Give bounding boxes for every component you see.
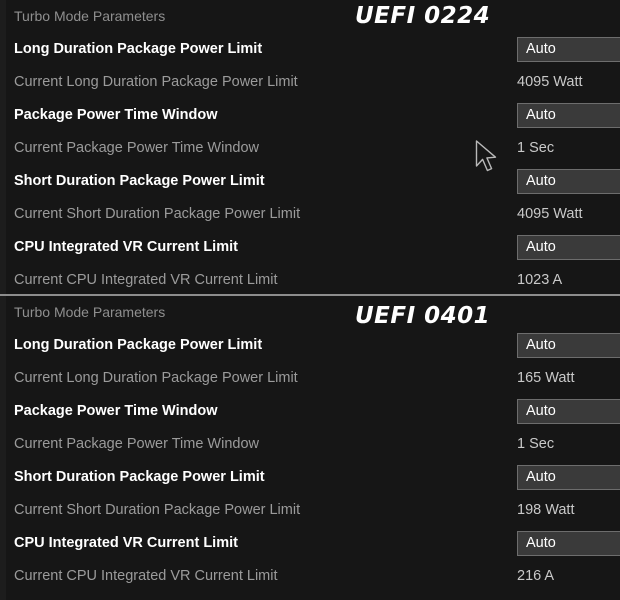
row-short-duration-package-power-limit[interactable]: Short Duration Package Power Limit Auto bbox=[0, 165, 620, 198]
bios-panel-uefi-0224: UEFI 0224 Turbo Mode Parameters Long Dur… bbox=[0, 0, 620, 294]
row-current-long-duration-package-power-limit: Current Long Duration Package Power Limi… bbox=[0, 66, 620, 99]
value-field-text: Auto bbox=[526, 535, 556, 551]
row-cpu-integrated-vr-current-limit[interactable]: CPU Integrated VR Current Limit Auto bbox=[0, 527, 620, 560]
setting-label: Package Power Time Window bbox=[14, 107, 218, 123]
readonly-label: Current CPU Integrated VR Current Limit bbox=[14, 272, 278, 288]
setting-label: Short Duration Package Power Limit bbox=[14, 469, 265, 485]
row-current-short-duration-package-power-limit: Current Short Duration Package Power Lim… bbox=[0, 198, 620, 231]
row-current-package-power-time-window: Current Package Power Time Window 1 Sec bbox=[0, 132, 620, 165]
readonly-label: Current Long Duration Package Power Limi… bbox=[14, 74, 298, 90]
setting-label: Package Power Time Window bbox=[14, 403, 218, 419]
row-current-cpu-integrated-vr-current-limit: Current CPU Integrated VR Current Limit … bbox=[0, 264, 620, 294]
readonly-value: 4095 Watt bbox=[517, 206, 583, 222]
value-field-text: Auto bbox=[526, 469, 556, 485]
row-current-cpu-integrated-vr-current-limit: Current CPU Integrated VR Current Limit … bbox=[0, 560, 620, 593]
row-long-duration-package-power-limit[interactable]: Long Duration Package Power Limit Auto bbox=[0, 33, 620, 66]
setting-label: CPU Integrated VR Current Limit bbox=[14, 239, 238, 255]
readonly-value: 1 Sec bbox=[517, 140, 555, 156]
setting-label: Long Duration Package Power Limit bbox=[14, 337, 263, 353]
section-header-row: Turbo Mode Parameters bbox=[0, 296, 620, 329]
value-field-text: Auto bbox=[526, 107, 556, 123]
readonly-value: 165 Watt bbox=[517, 370, 575, 386]
section-header-label: Turbo Mode Parameters bbox=[14, 304, 166, 320]
readonly-label: Current Short Duration Package Power Lim… bbox=[14, 502, 301, 518]
value-field-text: Auto bbox=[526, 173, 556, 189]
readonly-value: 1 Sec bbox=[517, 436, 555, 452]
row-current-short-duration-package-power-limit: Current Short Duration Package Power Lim… bbox=[0, 494, 620, 527]
readonly-label: Current Long Duration Package Power Limi… bbox=[14, 370, 298, 386]
readonly-label: Current Package Power Time Window bbox=[14, 436, 259, 452]
value-field-text: Auto bbox=[526, 337, 556, 353]
readonly-value: 4095 Watt bbox=[517, 74, 583, 90]
row-long-duration-package-power-limit[interactable]: Long Duration Package Power Limit Auto bbox=[0, 329, 620, 362]
readonly-label: Current CPU Integrated VR Current Limit bbox=[14, 568, 278, 584]
value-field-short-duration-package-power-limit[interactable]: Auto bbox=[517, 465, 620, 490]
readonly-label: Current Short Duration Package Power Lim… bbox=[14, 206, 301, 222]
row-short-duration-package-power-limit[interactable]: Short Duration Package Power Limit Auto bbox=[0, 461, 620, 494]
bios-comparison-screenshot: UEFI 0224 Turbo Mode Parameters Long Dur… bbox=[0, 0, 620, 600]
setting-label: CPU Integrated VR Current Limit bbox=[14, 535, 238, 551]
value-field-long-duration-package-power-limit[interactable]: Auto bbox=[517, 37, 620, 62]
value-field-long-duration-package-power-limit[interactable]: Auto bbox=[517, 333, 620, 358]
value-field-short-duration-package-power-limit[interactable]: Auto bbox=[517, 169, 620, 194]
row-current-long-duration-package-power-limit: Current Long Duration Package Power Limi… bbox=[0, 362, 620, 395]
row-cpu-integrated-vr-current-limit[interactable]: CPU Integrated VR Current Limit Auto bbox=[0, 231, 620, 264]
row-package-power-time-window[interactable]: Package Power Time Window Auto bbox=[0, 99, 620, 132]
section-header-row: Turbo Mode Parameters bbox=[0, 0, 620, 33]
bios-panel-uefi-0401: UEFI 0401 Turbo Mode Parameters Long Dur… bbox=[0, 296, 620, 600]
row-current-package-power-time-window: Current Package Power Time Window 1 Sec bbox=[0, 428, 620, 461]
readonly-value: 216 A bbox=[517, 568, 555, 584]
readonly-label: Current Package Power Time Window bbox=[14, 140, 259, 156]
setting-label: Short Duration Package Power Limit bbox=[14, 173, 265, 189]
value-field-text: Auto bbox=[526, 403, 556, 419]
value-field-text: Auto bbox=[526, 239, 556, 255]
value-field-cpu-integrated-vr-current-limit[interactable]: Auto bbox=[517, 235, 620, 260]
row-package-power-time-window[interactable]: Package Power Time Window Auto bbox=[0, 395, 620, 428]
value-field-package-power-time-window[interactable]: Auto bbox=[517, 103, 620, 128]
value-field-text: Auto bbox=[526, 41, 556, 57]
section-header-label: Turbo Mode Parameters bbox=[14, 8, 166, 24]
readonly-value: 1023 A bbox=[517, 272, 563, 288]
readonly-value: 198 Watt bbox=[517, 502, 575, 518]
value-field-package-power-time-window[interactable]: Auto bbox=[517, 399, 620, 424]
value-field-cpu-integrated-vr-current-limit[interactable]: Auto bbox=[517, 531, 620, 556]
setting-label: Long Duration Package Power Limit bbox=[14, 41, 263, 57]
